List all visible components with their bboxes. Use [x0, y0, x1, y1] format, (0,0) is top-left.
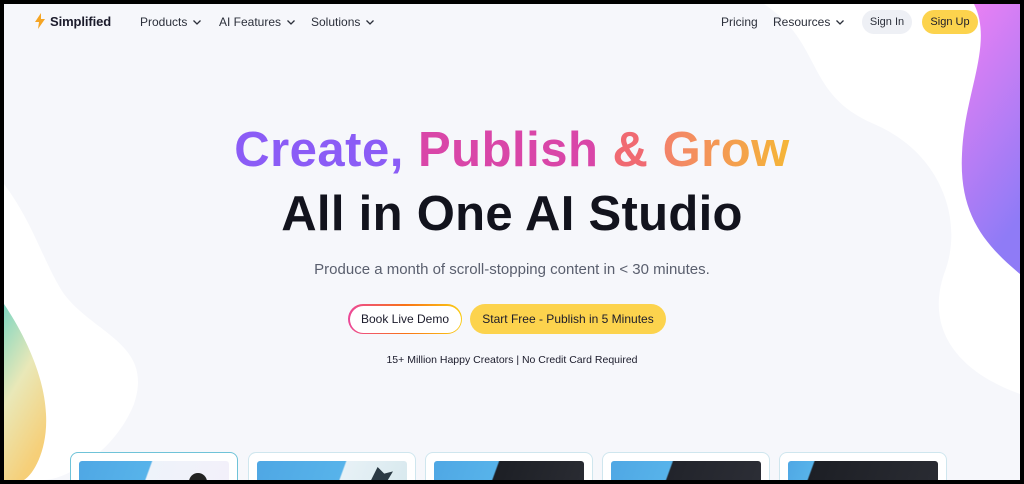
preview-thumbnail: [611, 461, 761, 480]
book-live-demo-button[interactable]: Book Live Demo: [348, 304, 462, 334]
preview-thumbnail: [788, 461, 938, 480]
preview-card[interactable]: [602, 452, 770, 480]
start-free-button[interactable]: Start Free - Publish in 5 Minutes: [470, 304, 666, 334]
sign-in-button[interactable]: Sign In: [862, 10, 912, 34]
preview-card[interactable]: [248, 452, 416, 480]
nav-pricing-label: Pricing: [721, 15, 758, 29]
nav-solutions[interactable]: Solutions: [311, 15, 375, 29]
nav-solutions-label: Solutions: [311, 15, 361, 29]
top-nav: Simplified Products AI Features Solution…: [4, 4, 1020, 40]
preview-thumbnail: [434, 461, 584, 480]
nav-resources[interactable]: Resources: [773, 15, 845, 29]
preview-thumbnail: [257, 461, 407, 480]
preview-thumbnail: [79, 461, 229, 480]
trust-line: 15+ Million Happy Creators | No Credit C…: [386, 354, 638, 366]
nav-pricing[interactable]: Pricing: [721, 15, 758, 29]
headline-grow: Grow: [662, 123, 790, 177]
logo-bolt-icon: [35, 13, 45, 29]
background-decoration: [4, 4, 1020, 480]
headline-publish: Publish: [417, 123, 599, 177]
page: Simplified Products AI Features Solution…: [4, 4, 1020, 480]
nav-ai-features[interactable]: AI Features: [219, 15, 295, 29]
hero-subtitle: Produce a month of scroll-stopping conte…: [314, 261, 710, 278]
hero-headline-line1: Create, Publish & Grow: [4, 122, 1020, 178]
preview-card[interactable]: [70, 452, 238, 480]
brand-name: Simplified: [50, 13, 112, 29]
book-live-demo-label: Book Live Demo: [349, 305, 461, 333]
chevron-down-icon: [366, 19, 375, 25]
nav-products[interactable]: Products: [140, 15, 202, 29]
headline-create: Create,: [234, 123, 404, 177]
chevron-down-icon: [193, 19, 202, 25]
chevron-down-icon: [287, 19, 295, 25]
preview-card[interactable]: [425, 452, 593, 480]
nav-products-label: Products: [140, 15, 188, 29]
preview-card[interactable]: [779, 452, 947, 480]
headline-ampersand: &: [612, 123, 649, 177]
chevron-down-icon: [836, 19, 845, 25]
brand-logo[interactable]: Simplified: [34, 13, 111, 29]
hero-headline-line2: All in One AI Studio: [281, 187, 743, 241]
sign-up-button[interactable]: Sign Up: [922, 10, 978, 34]
nav-ai-features-label: AI Features: [219, 15, 282, 29]
nav-resources-label: Resources: [773, 15, 831, 29]
